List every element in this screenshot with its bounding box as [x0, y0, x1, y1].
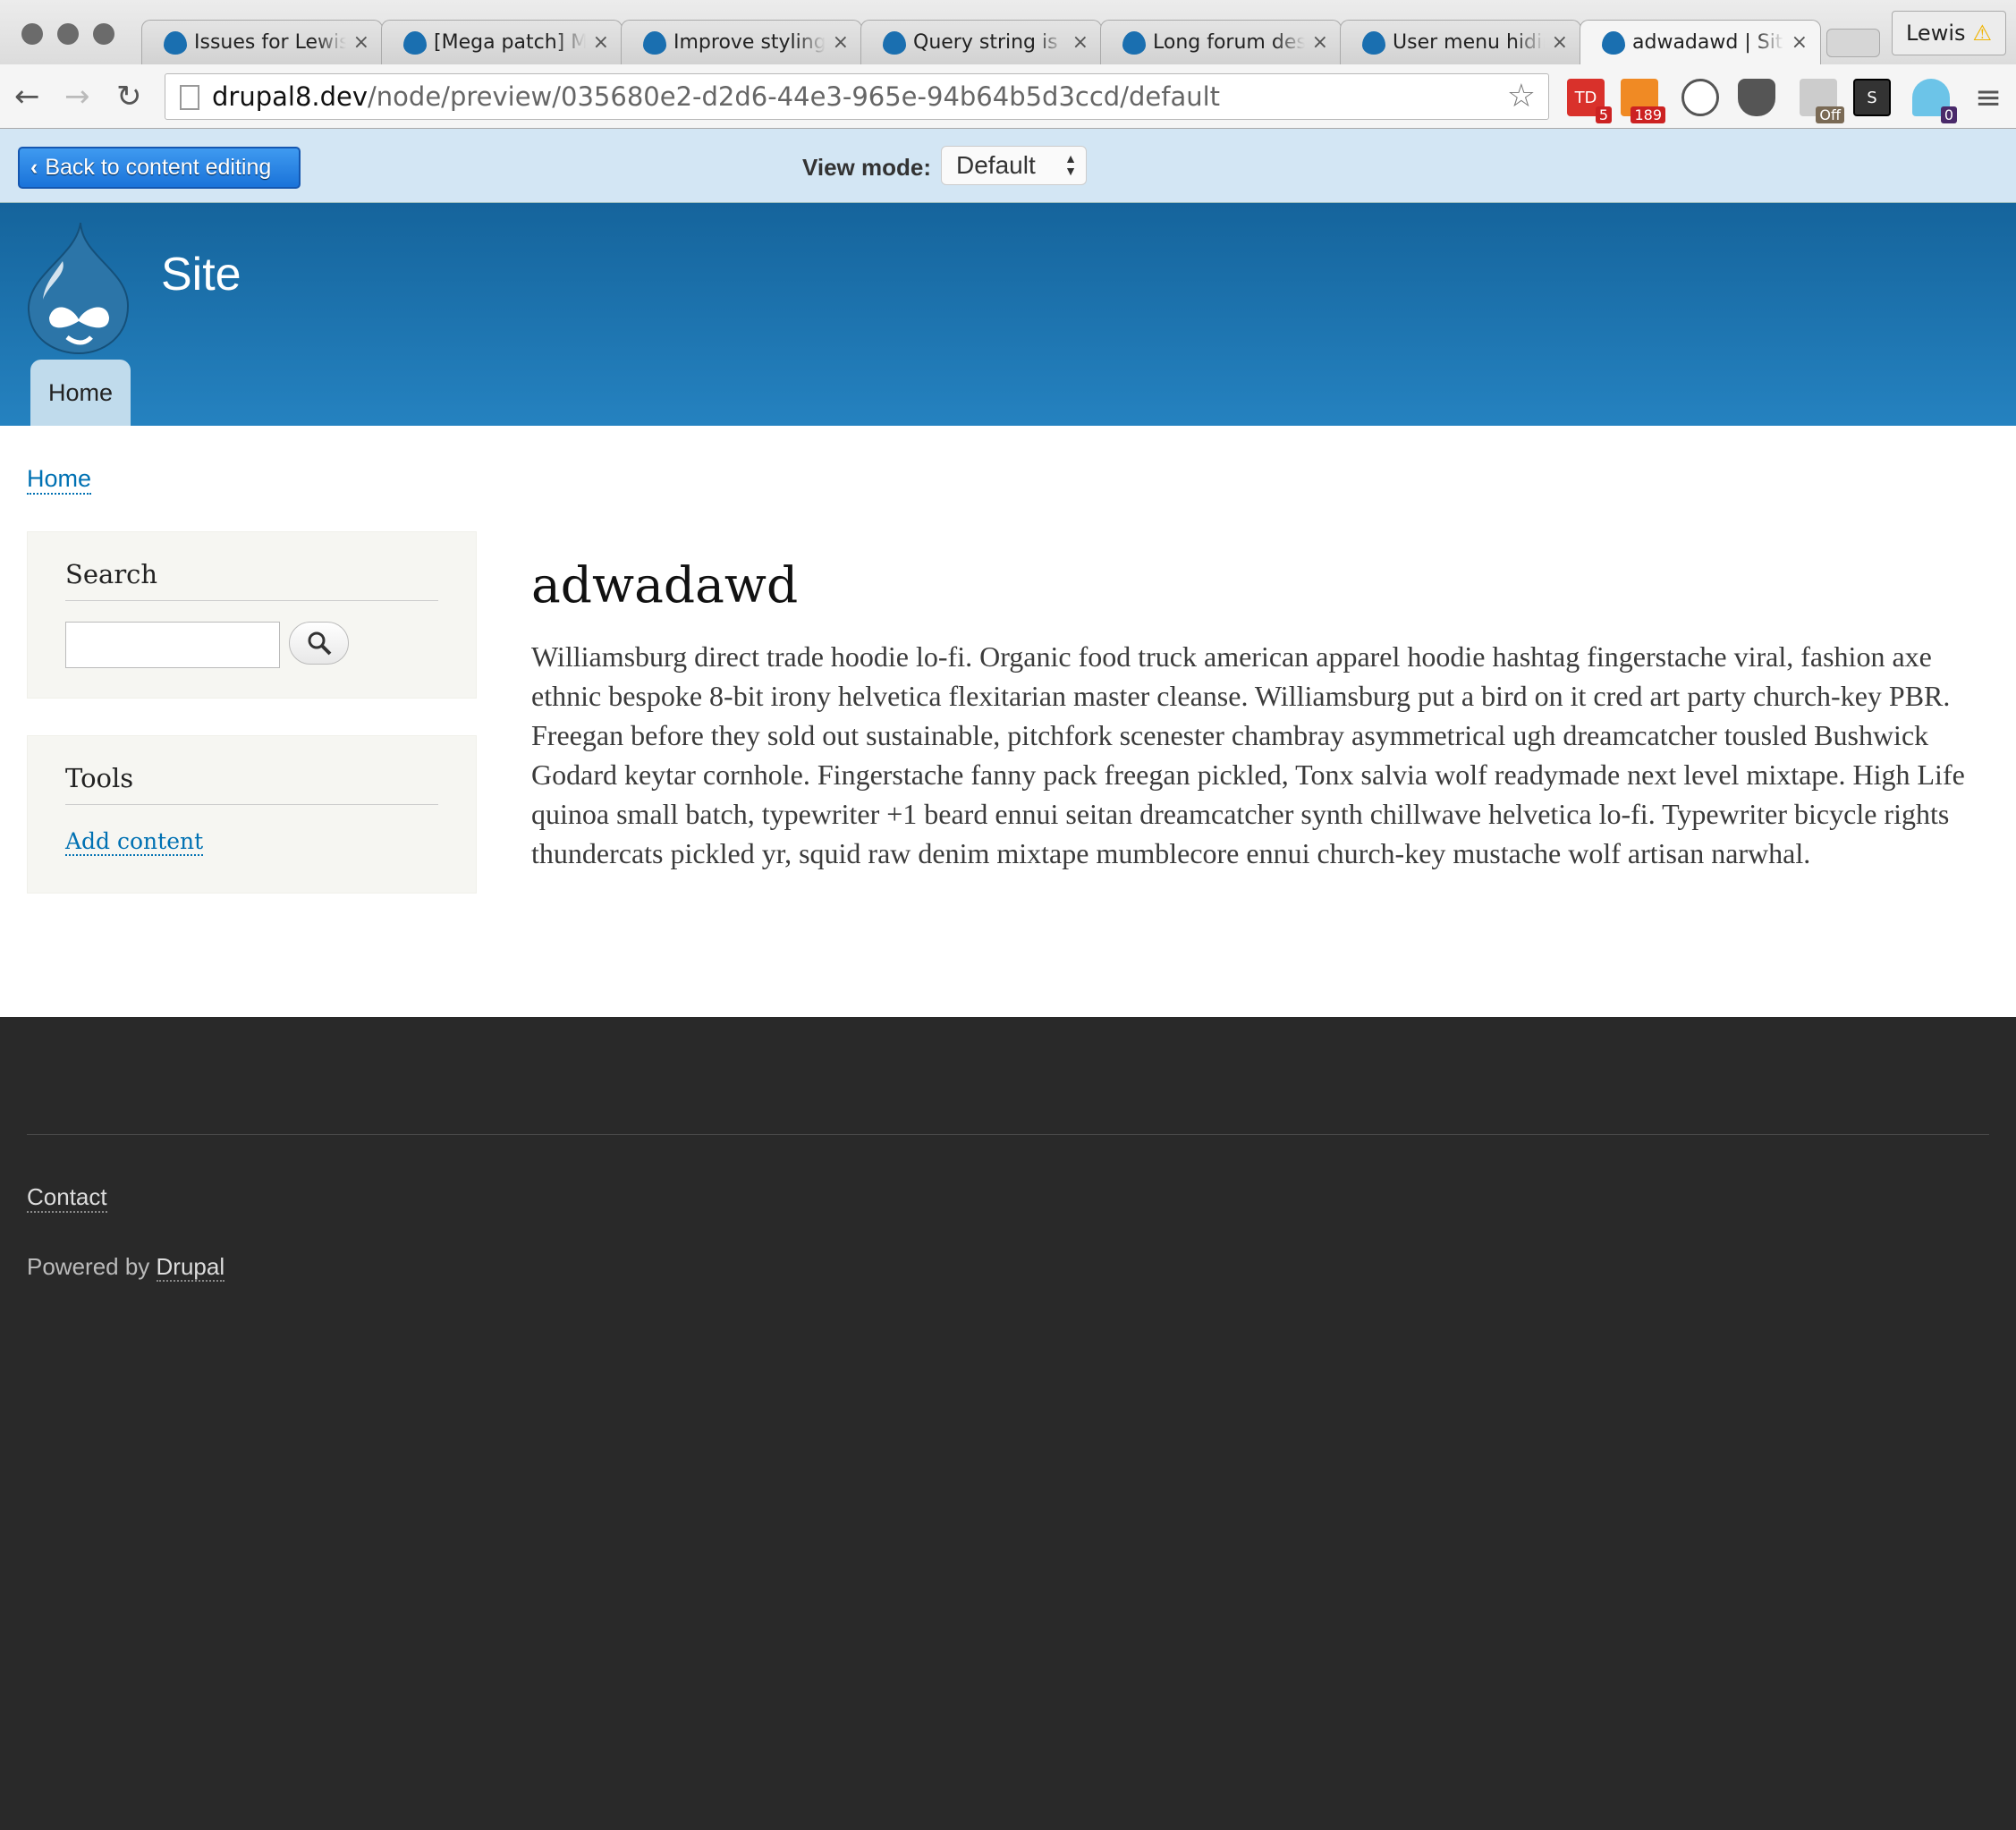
view-mode-select[interactable]: Default ▲ ▼	[941, 146, 1087, 185]
address-bar[interactable]: drupal8.dev/node/preview/035680e2-d2d6-4…	[165, 73, 1549, 120]
pocket-icon[interactable]	[1738, 79, 1775, 116]
select-arrows-icon: ▲ ▼	[1064, 151, 1077, 178]
browser-tab[interactable]: Long forum des ×	[1100, 20, 1342, 64]
tools-block-title: Tools	[65, 736, 438, 805]
menu-icon[interactable]: ≡	[1969, 79, 2007, 116]
drupal-link[interactable]: Drupal	[156, 1253, 225, 1282]
new-tab-button[interactable]	[1826, 29, 1880, 57]
browser-tab[interactable]: Query string is a ×	[860, 20, 1102, 64]
close-tab-icon[interactable]: ×	[1792, 31, 1808, 54]
nav-tab-home[interactable]: Home	[30, 360, 131, 426]
ghostery-icon[interactable]: 0	[1912, 79, 1957, 123]
s-extension-icon[interactable]: S	[1853, 79, 1891, 116]
drupal-favicon-icon	[1122, 30, 1146, 55]
browser-tab[interactable]: User menu hidir ×	[1340, 20, 1581, 64]
back-to-content-editing-button[interactable]: ‹ Back to content editing	[18, 147, 301, 189]
drupal-favicon-icon	[403, 30, 427, 55]
node-body: Williamsburg direct trade hoodie lo-fi. …	[531, 640, 1965, 869]
profile-button[interactable]: Lewis ⚠	[1892, 11, 2006, 55]
site-name[interactable]: Site	[161, 248, 241, 301]
search-block-title: Search	[65, 532, 438, 601]
site-header: Site Home	[0, 203, 2016, 426]
drupal-favicon-icon	[643, 30, 666, 55]
contact-link[interactable]: Contact	[27, 1183, 107, 1213]
1password-icon[interactable]	[1681, 79, 1719, 116]
reload-icon[interactable]: ↻	[116, 79, 142, 114]
close-tab-icon[interactable]: ×	[833, 31, 849, 54]
browser-tab[interactable]: [Mega patch] Mc ×	[381, 20, 623, 64]
view-mode-label: View mode:	[802, 154, 932, 181]
zoom-window-button[interactable]	[93, 23, 114, 45]
add-content-link[interactable]: Add content	[65, 828, 204, 856]
forward-arrow-icon[interactable]: →	[64, 79, 90, 114]
powered-by: Powered by Drupal	[27, 1253, 225, 1282]
bookmark-star-icon[interactable]: ☆	[1507, 78, 1536, 114]
search-button[interactable]	[289, 622, 349, 665]
toggle-off-icon[interactable]: Off	[1800, 79, 1844, 123]
minimize-window-button[interactable]	[57, 23, 79, 45]
browser-tab[interactable]: Improve styling ×	[621, 20, 862, 64]
close-tab-icon[interactable]: ×	[353, 31, 369, 54]
tab-bar: Issues for Lewisl × [Mega patch] Mc × Impr…	[0, 0, 2016, 64]
tools-block: Tools Add content	[27, 735, 477, 894]
drupal-favicon-icon	[883, 30, 906, 55]
page-icon	[180, 85, 199, 110]
search-input[interactable]	[65, 622, 280, 668]
search-block: Search	[27, 531, 477, 699]
close-window-button[interactable]	[21, 23, 43, 45]
browser-tab[interactable]: Issues for Lewisl ×	[141, 20, 383, 64]
breadcrumb-home[interactable]: Home	[27, 465, 92, 495]
back-arrow-icon[interactable]: ←	[14, 79, 40, 114]
drupal-favicon-icon	[1602, 30, 1625, 55]
preview-bar: ‹ Back to content editing View mode: Defa…	[0, 129, 2016, 203]
site-footer: Contact Powered by Drupal	[0, 1017, 2016, 1830]
footer-divider	[27, 1134, 1989, 1135]
close-tab-icon[interactable]: ×	[1552, 31, 1568, 54]
chevron-left-icon: ‹	[30, 155, 38, 180]
search-icon	[308, 631, 331, 656]
close-tab-icon[interactable]: ×	[1072, 31, 1088, 54]
drupal-logo[interactable]	[27, 221, 130, 355]
browser-tab-active[interactable]: adwadawd | Site ×	[1580, 20, 1821, 64]
close-tab-icon[interactable]: ×	[1312, 31, 1328, 54]
tweetdeck-icon[interactable]: TD 5	[1567, 79, 1612, 123]
rss-icon[interactable]: 189	[1621, 79, 1665, 123]
warning-icon: ⚠	[1972, 21, 1993, 46]
browser-toolbar: ← → ↻ drupal8.dev/node/preview/035680e2-…	[0, 64, 2016, 129]
page-title: adwadawd	[531, 556, 799, 614]
drupal-favicon-icon	[164, 30, 187, 55]
drupal-favicon-icon	[1362, 30, 1385, 55]
close-tab-icon[interactable]: ×	[593, 31, 609, 54]
